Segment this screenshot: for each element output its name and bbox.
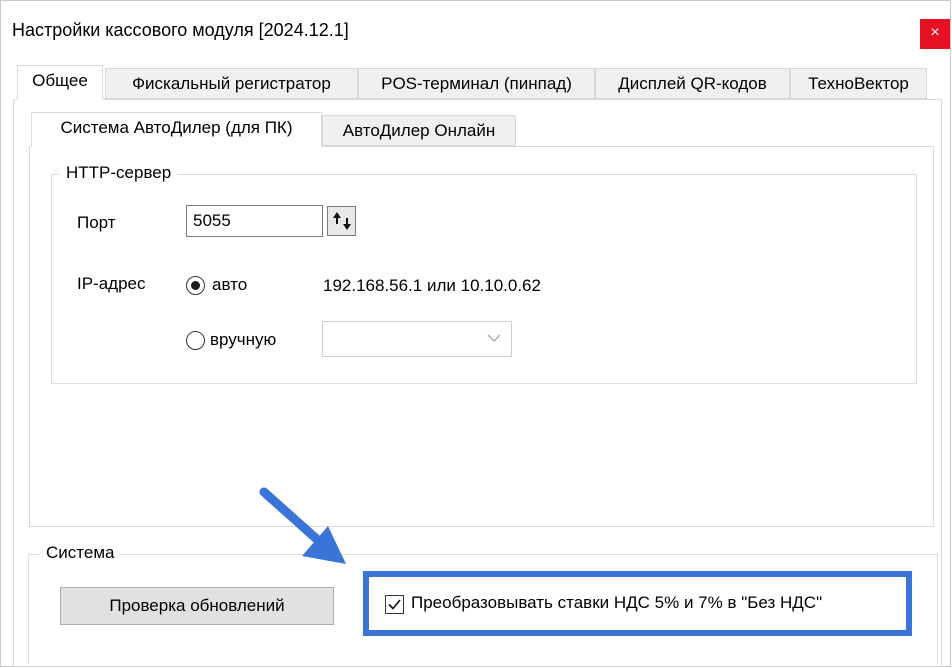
tab-pos-terminal[interactable]: POS-терминал (пинпад) [358, 68, 595, 99]
system-group-label: Система [40, 543, 121, 563]
ip-address-label: IP-адрес [77, 274, 146, 293]
chevron-down-icon [487, 330, 501, 347]
tab-fiscal-registrar[interactable]: Фискальный регистратор [105, 68, 358, 99]
subtab-autodealer-online[interactable]: АвтоДилер Онлайн [322, 115, 516, 146]
ip-address-value: 192.168.56.1 или 10.10.0.62 [323, 276, 541, 295]
subtab-autodealer-pc[interactable]: Система АвтоДилер (для ПК) [31, 112, 322, 147]
ip-manual-radio-label[interactable]: вручную [210, 330, 276, 350]
close-button[interactable]: × [920, 19, 950, 49]
http-server-group-label: HTTP-сервер [60, 163, 178, 183]
tab-qr-display[interactable]: Дисплей QR-кодов [595, 68, 790, 99]
port-spin-button[interactable] [327, 206, 356, 236]
spin-arrows-icon [332, 212, 351, 230]
tab-general[interactable]: Общее [17, 65, 103, 100]
vat-conversion-label[interactable]: Преобразовывать ставки НДС 5% и 7% в "Бе… [411, 593, 822, 613]
tab-technovector[interactable]: ТехноВектор [790, 68, 927, 99]
ip-auto-radio[interactable] [186, 276, 205, 295]
port-label: Порт [77, 213, 116, 232]
ip-manual-radio[interactable] [186, 331, 205, 350]
ip-auto-radio-label[interactable]: авто [212, 275, 247, 295]
radio-selected-dot [190, 280, 200, 290]
check-updates-button[interactable]: Проверка обновлений [60, 587, 334, 625]
window-title: Настройки кассового модуля [2024.12.1] [12, 20, 349, 40]
port-input[interactable] [186, 205, 323, 237]
vat-conversion-checkbox[interactable] [385, 595, 404, 614]
checkmark-icon [388, 599, 401, 610]
manual-ip-select[interactable] [322, 321, 512, 357]
annotation-arrow-icon [259, 487, 346, 564]
